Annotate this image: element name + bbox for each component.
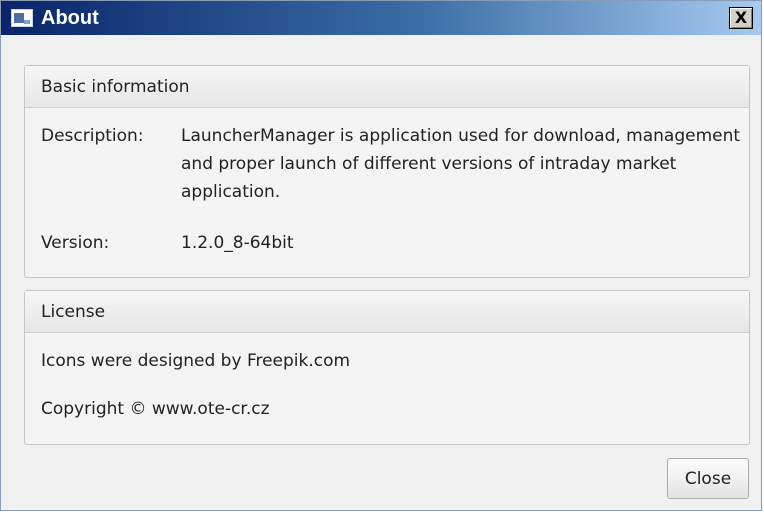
description-label: Description: — [41, 126, 144, 146]
basic-information-group: Basic information Description: LauncherM… — [24, 65, 750, 278]
app-window-icon — [11, 9, 33, 27]
license-header: License — [25, 291, 749, 333]
description-value: LauncherManager is application used for … — [181, 126, 741, 202]
version-label: Version: — [41, 233, 110, 253]
copyright-text: Copyright © www.ote-cr.cz — [41, 399, 270, 419]
close-button[interactable]: Close — [667, 458, 749, 499]
license-group: License Icons were designed by Freepik.c… — [24, 290, 750, 445]
window-title: About — [41, 6, 99, 29]
title-bar[interactable]: About X — [1, 1, 761, 35]
close-icon[interactable]: X — [729, 7, 753, 29]
about-dialog: About X Basic information Description: L… — [0, 0, 762, 511]
icons-credit-text: Icons were designed by Freepik.com — [41, 351, 351, 371]
version-value: 1.2.0_8-64bit — [181, 233, 294, 253]
basic-information-header: Basic information — [25, 66, 749, 108]
